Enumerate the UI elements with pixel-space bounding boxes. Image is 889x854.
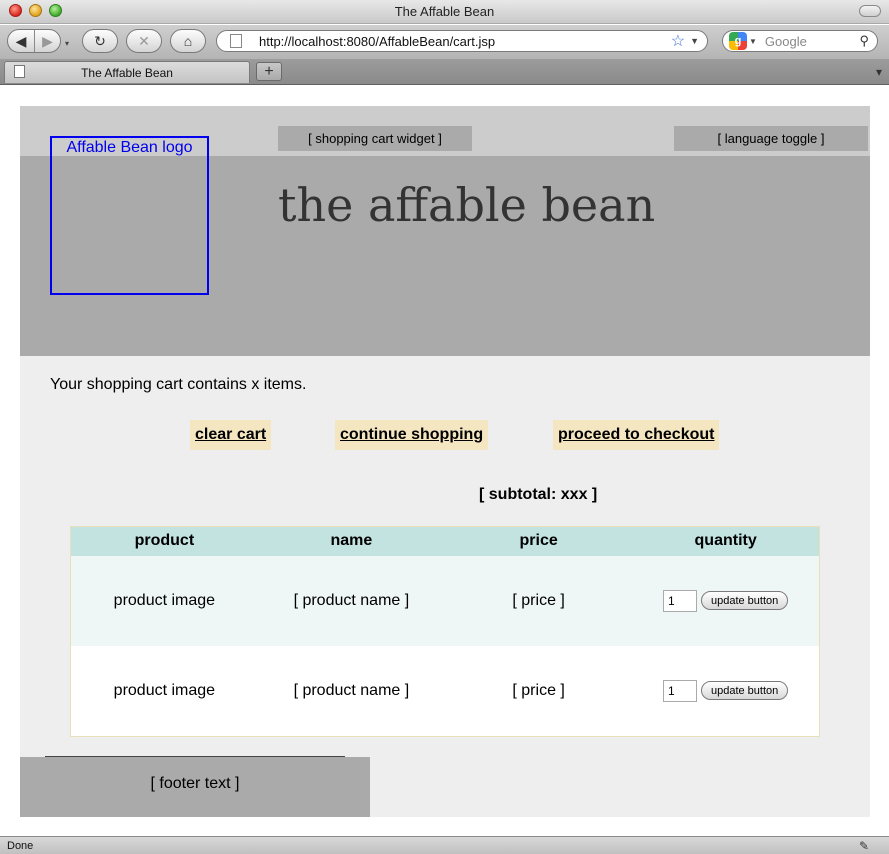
quantity-input[interactable] (662, 589, 697, 612)
column-header-quantity: quantity (632, 526, 820, 556)
page-footer: [ footer text ] (20, 757, 370, 817)
page-viewport: Affable Bean logo [ shopping cart widget… (0, 86, 889, 836)
url-input[interactable]: http://localhost:8080/AffableBean/cart.j… (259, 34, 671, 49)
home-button[interactable]: ⌂ (170, 29, 206, 53)
cart-summary: Your shopping cart contains x items. (50, 376, 307, 393)
quantity-cell: update button (632, 555, 820, 646)
update-quantity-button[interactable]: update button (700, 591, 789, 610)
search-input[interactable]: Google (765, 34, 860, 49)
page-icon (230, 34, 242, 48)
navigation-toolbar: ◀ ▶ ▾ ↻ ✕ ⌂ http://localhost:8080/Affabl… (0, 25, 889, 59)
update-quantity-button[interactable]: update button (700, 681, 789, 700)
page-main: Affable Bean logo [ shopping cart widget… (20, 106, 870, 817)
tab-strip: The Affable Bean + ▾ (0, 59, 889, 85)
quantity-cell: update button (632, 645, 820, 736)
back-forward-group: ◀ ▶ (7, 29, 61, 53)
window-title: The Affable Bean (394, 4, 495, 19)
tab-label: The Affable Bean (81, 66, 173, 80)
language-toggle[interactable]: [ language toggle ] (674, 126, 868, 151)
search-bar[interactable]: g ▼ Google ⚲ (722, 30, 878, 52)
address-bar[interactable]: http://localhost:8080/AffableBean/cart.j… (216, 30, 708, 52)
quantity-input[interactable] (662, 679, 697, 702)
clear-cart-link[interactable]: clear cart (190, 420, 272, 450)
search-icon[interactable]: ⚲ (859, 33, 869, 49)
product-name: [ product name ] (257, 555, 445, 646)
tab-list-icon[interactable]: ▾ (876, 65, 882, 79)
table-row: product image [ product name ] [ price ]… (70, 555, 820, 646)
cart-subtotal: [ subtotal: xxx ] (479, 486, 598, 503)
stop-button[interactable]: ✕ (126, 29, 162, 53)
new-tab-button[interactable]: + (256, 62, 282, 81)
forward-button[interactable]: ▶ (33, 30, 60, 52)
product-price: [ price ] (445, 555, 633, 646)
product-image: product image (70, 645, 258, 736)
product-name: [ product name ] (257, 645, 445, 736)
status-icon[interactable]: ✎ (859, 839, 869, 853)
cart-table: product name price quantity product imag… (70, 526, 820, 737)
shopping-cart-widget[interactable]: [ shopping cart widget ] (278, 126, 472, 151)
table-header-row: product name price quantity (70, 526, 820, 556)
back-button[interactable]: ◀ (8, 30, 34, 52)
toolbar-toggle-button[interactable] (859, 5, 881, 17)
table-row: product image [ product name ] [ price ]… (70, 645, 820, 736)
history-dropdown-icon[interactable]: ▾ (65, 39, 69, 48)
status-text: Done (7, 840, 34, 852)
continue-shopping-link[interactable]: continue shopping (335, 420, 489, 450)
bookmark-star-icon[interactable]: ☆ (671, 31, 685, 51)
reload-button[interactable]: ↻ (82, 29, 118, 53)
status-bar: Done ✎ (0, 836, 889, 854)
search-engine-icon[interactable]: g (729, 32, 747, 50)
tab-affable-bean[interactable]: The Affable Bean (4, 61, 250, 83)
product-image: product image (70, 555, 258, 646)
window-titlebar: The Affable Bean (0, 0, 889, 24)
site-title: the affable bean (278, 178, 656, 232)
product-price: [ price ] (445, 645, 633, 736)
column-header-product: product (70, 526, 258, 556)
column-header-name: name (257, 526, 445, 556)
column-header-price: price (445, 526, 633, 556)
logo-text: Affable Bean logo (66, 139, 193, 156)
url-dropdown-icon[interactable]: ▼ (690, 36, 699, 46)
search-engine-dropdown-icon[interactable]: ▼ (749, 37, 757, 46)
proceed-to-checkout-link[interactable]: proceed to checkout (553, 420, 720, 450)
site-logo[interactable]: Affable Bean logo (50, 136, 209, 295)
